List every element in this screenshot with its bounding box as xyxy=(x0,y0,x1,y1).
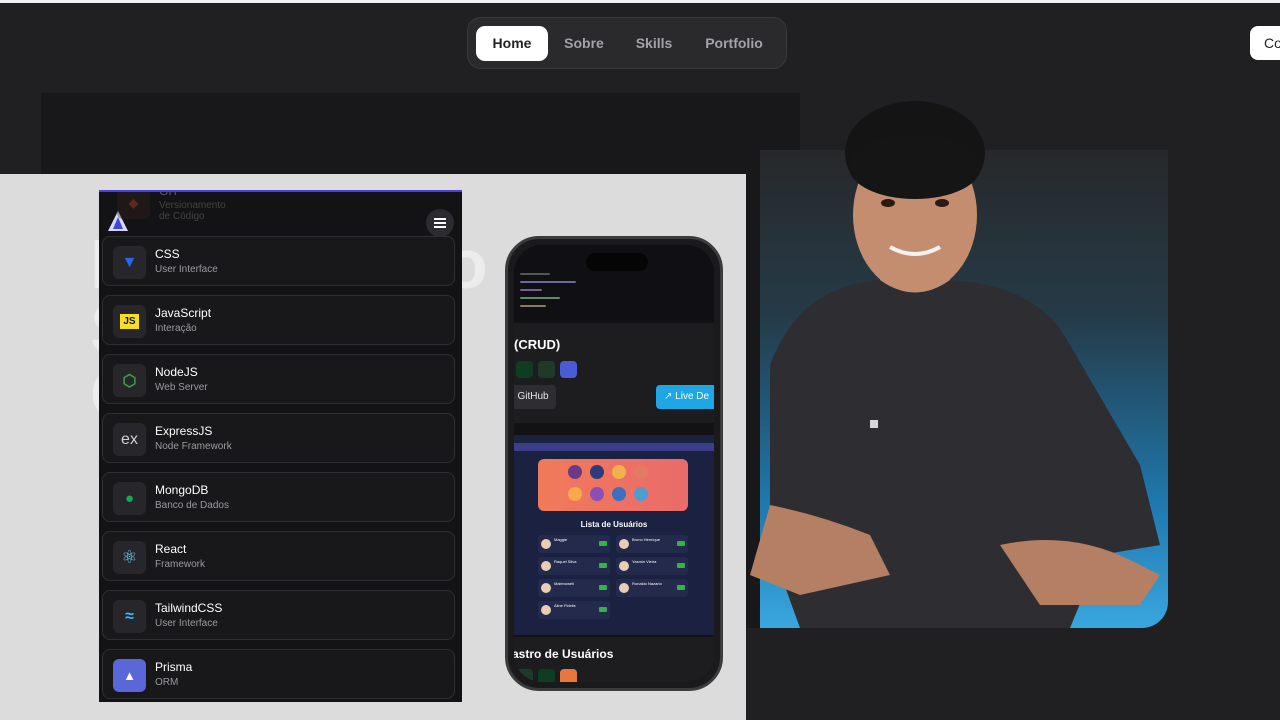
skill-name: MongoDB xyxy=(155,483,209,497)
nodejs-icon xyxy=(516,669,533,682)
git-icon: ◆ xyxy=(117,192,150,219)
user-card: Maggie xyxy=(538,535,610,553)
skill-name: CSS xyxy=(155,247,180,261)
live-demo-button[interactable]: ↗ Live De xyxy=(656,385,714,409)
mongodb-icon xyxy=(538,669,555,682)
user-card: Bruno Henrique xyxy=(616,535,688,553)
browser-top-edge xyxy=(0,0,1280,3)
skill-name: GIT xyxy=(159,190,179,198)
skills-header: ◆ GIT Versionamento de Código xyxy=(99,192,462,238)
skill-item-css: ▼ CSS User Interface xyxy=(102,236,455,286)
skill-name: React xyxy=(155,542,187,556)
css-icon: ▼ xyxy=(113,246,146,279)
nav-portfolio[interactable]: Portfolio xyxy=(694,26,774,61)
skill-subtitle: Versionamento de Código xyxy=(159,200,226,222)
phone-mockup: (CRUD) GitHub ↗ Live De Lista de Usuário… xyxy=(505,236,723,691)
skill-name: NodeJS xyxy=(155,365,198,379)
phone-screen: (CRUD) GitHub ↗ Live De Lista de Usuário… xyxy=(514,245,714,682)
skill-subtitle: User Interface xyxy=(155,618,218,629)
preview-header-bar xyxy=(514,443,714,451)
users-list-title: Lista de Usuários xyxy=(580,520,648,529)
expressjs-icon: ex xyxy=(113,423,146,456)
skill-item-react: ⚛ React Framework xyxy=(102,531,455,581)
skill-subtitle: ORM xyxy=(155,677,179,688)
user-card: Yasmin Vieira xyxy=(616,557,688,575)
avatars-banner xyxy=(538,459,688,511)
skill-item-nodejs: ⬡ NodeJS Web Server xyxy=(102,354,455,404)
mongodb-icon xyxy=(516,361,533,378)
skill-item-mongodb: ● MongoDB Banco de Dados xyxy=(102,472,455,522)
user-card: Aline Fidelis xyxy=(538,601,610,619)
project-title: astro de Usuários xyxy=(514,647,614,661)
project-card-users: Lista de Usuários Maggie Bruno Henrique … xyxy=(514,435,714,635)
prisma-icon: ▲ xyxy=(113,659,146,692)
user-card: Malenowell xyxy=(538,579,610,597)
prisma-icon xyxy=(560,361,577,378)
skill-item-javascript: JS JavaScript Interação xyxy=(102,295,455,345)
user-card: Ronaldo Nazario xyxy=(616,579,688,597)
skill-item-expressjs: ex ExpressJS Node Framework xyxy=(102,413,455,463)
user-card: Raquel Silva xyxy=(538,557,610,575)
nav-home[interactable]: Home xyxy=(476,26,548,61)
skill-subtitle: Framework xyxy=(155,559,206,570)
html-icon xyxy=(560,669,577,682)
nav-sobre[interactable]: Sobre xyxy=(552,26,616,61)
hamburger-menu-icon[interactable] xyxy=(426,209,454,237)
nodejs-icon: ⬡ xyxy=(113,364,146,397)
mongodb-icon: ● xyxy=(113,482,146,515)
skill-name: ExpressJS xyxy=(155,424,213,438)
live-demo-label: Live De xyxy=(675,391,710,402)
skill-subtitle: Node Framework xyxy=(155,441,232,452)
skill-subtitle: User Interface xyxy=(155,264,218,275)
contact-button[interactable]: Co xyxy=(1250,26,1280,60)
skill-subtitle: Banco de Dados xyxy=(155,500,229,511)
project-title: (CRUD) xyxy=(514,337,561,352)
skill-subtitle: Interação xyxy=(155,323,197,334)
main-nav: Home Sobre Skills Portfolio xyxy=(467,17,787,69)
github-button[interactable]: GitHub xyxy=(514,385,556,409)
nav-skills[interactable]: Skills xyxy=(624,26,684,61)
skill-item-tailwindcss: ≈ TailwindCSS User Interface xyxy=(102,590,455,640)
nodejs-icon xyxy=(538,361,555,378)
skill-name: TailwindCSS xyxy=(155,601,223,615)
project-card-cadastro: astro de Usuários xyxy=(514,637,714,682)
skill-name: Prisma xyxy=(155,660,193,674)
project-card-crud: (CRUD) GitHub ↗ Live De xyxy=(514,323,714,423)
skill-item-prisma: ▲ Prisma ORM xyxy=(102,649,455,699)
external-link-icon: ↗ xyxy=(664,391,676,402)
javascript-icon: JS xyxy=(113,305,146,338)
phone-notch xyxy=(586,253,648,271)
skill-subtitle: Web Server xyxy=(155,382,208,393)
skills-mobile-view: ◆ GIT Versionamento de Código ▼ CSS User… xyxy=(99,190,462,702)
tailwind-icon: ≈ xyxy=(113,600,146,633)
profile-photo xyxy=(750,101,1160,628)
react-icon: ⚛ xyxy=(113,541,146,574)
skill-name: JavaScript xyxy=(155,306,212,320)
